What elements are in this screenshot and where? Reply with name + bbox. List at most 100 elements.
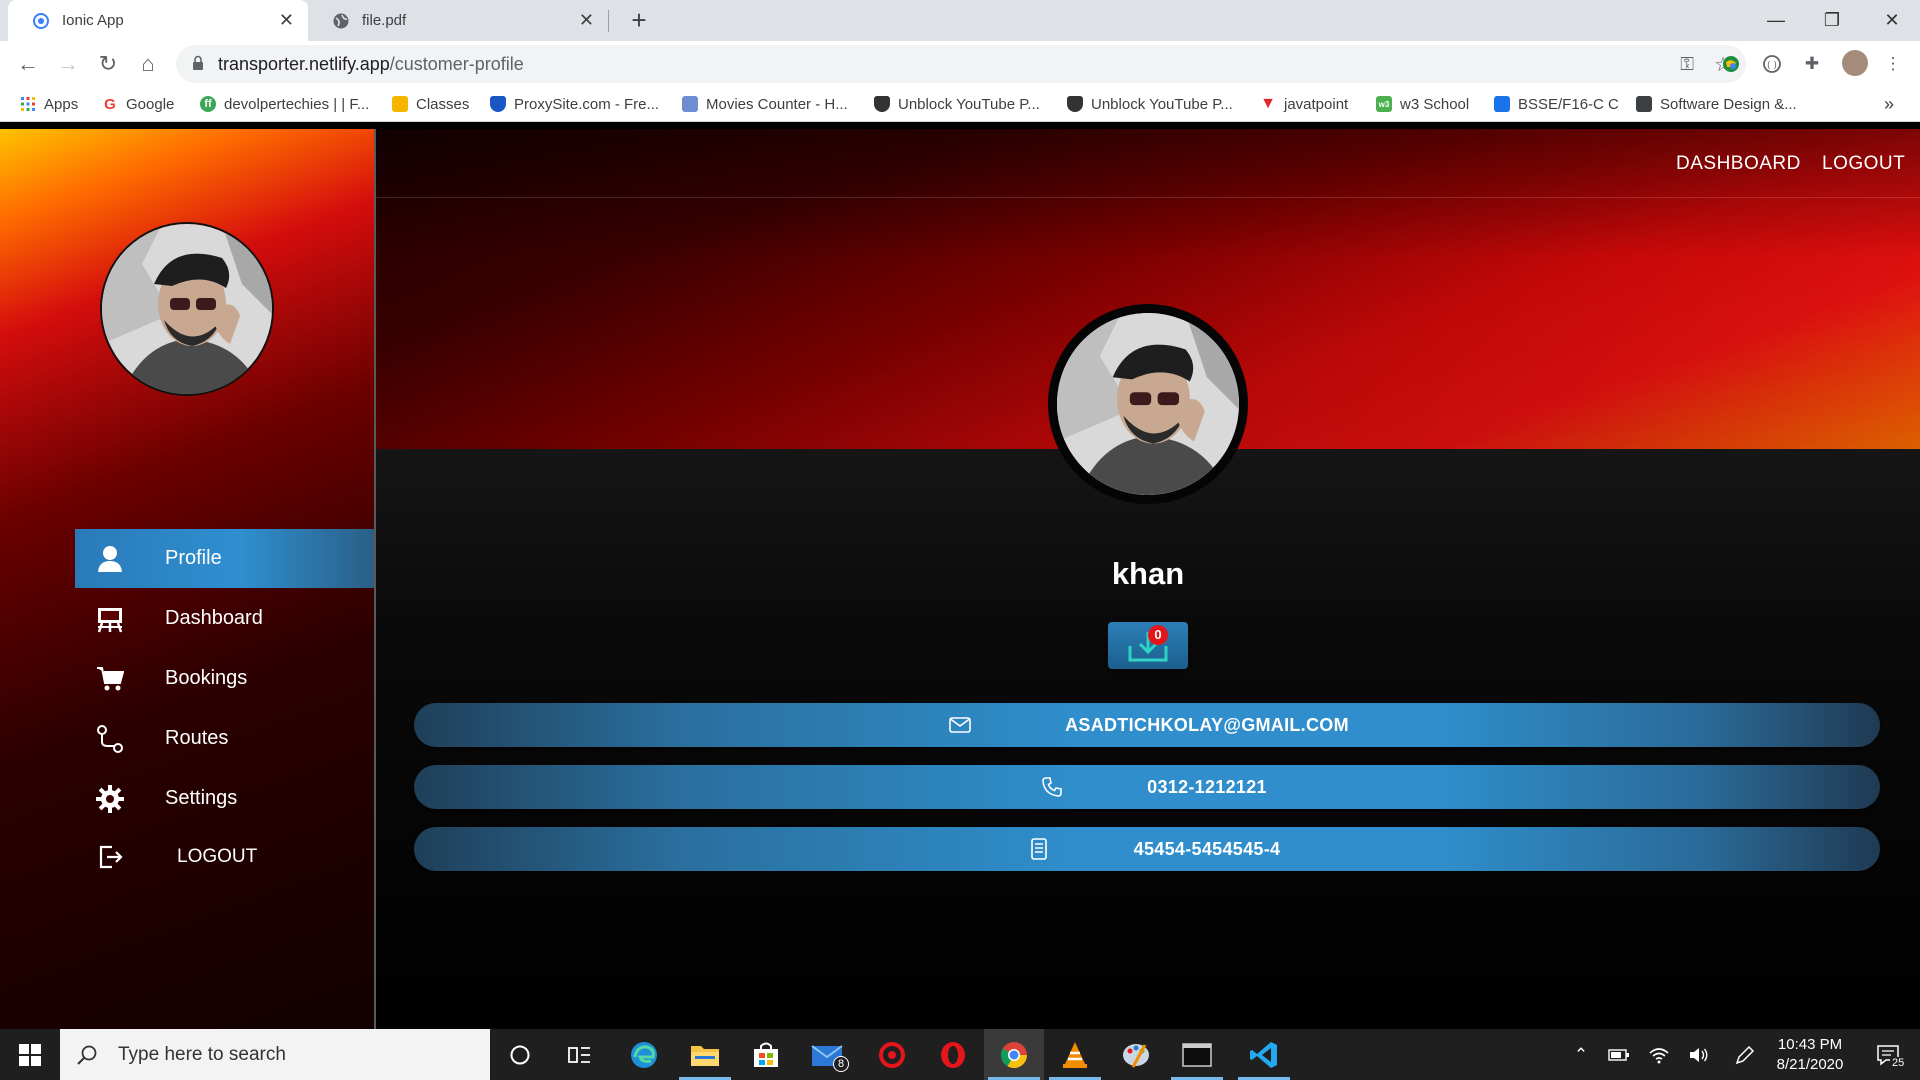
taskbar-app-red[interactable]: [862, 1029, 922, 1080]
bookmark-item[interactable]: Unblock YouTube P...: [1067, 87, 1233, 121]
download-button[interactable]: 0: [1108, 622, 1188, 669]
person-badge-dark-icon: [1636, 96, 1652, 112]
sidebar-item-label: Dashboard: [165, 607, 263, 629]
close-tab-icon[interactable]: ✕: [279, 10, 294, 31]
sidebar-item-logout[interactable]: LOGOUT: [75, 827, 374, 886]
bookmark-item[interactable]: BSSE/F16-C C: [1494, 87, 1619, 121]
taskbar-opera[interactable]: [923, 1029, 983, 1080]
taskbar-chrome[interactable]: [984, 1029, 1044, 1080]
bookmark-label: Movies Counter - H...: [706, 95, 848, 113]
extension-circle-icon[interactable]: ( ): [1761, 53, 1783, 75]
svg-text:( ): ( ): [1767, 61, 1777, 71]
extension-globe-icon[interactable]: [1720, 53, 1742, 75]
clock-date: 8/21/2020: [1776, 1056, 1844, 1073]
cart-icon: [95, 664, 125, 694]
menu-kebab-icon[interactable]: ⋮: [1882, 53, 1904, 75]
extensions-puzzle-icon[interactable]: ✚: [1801, 53, 1823, 75]
bookmark-label: Unblock YouTube P...: [898, 95, 1040, 113]
taskbar-vlc[interactable]: [1045, 1029, 1105, 1080]
javatpoint-icon: ▼: [1260, 95, 1276, 112]
back-button[interactable]: ←: [14, 50, 42, 78]
header-divider: [376, 197, 1920, 198]
start-button[interactable]: [0, 1029, 60, 1080]
bookmark-item[interactable]: ▼ javatpoint: [1260, 87, 1348, 121]
taskbar-edge[interactable]: [614, 1029, 674, 1080]
sidebar-item-settings[interactable]: Settings: [75, 769, 374, 828]
cnic-field[interactable]: 45454-5454545-4: [414, 827, 1880, 871]
phone-value: 0312-1212121: [1147, 777, 1267, 797]
email-field[interactable]: ASADTICHKOLAY@GMAIL.COM: [414, 703, 1880, 747]
reload-button[interactable]: ↻: [94, 50, 122, 78]
taskbar-clock[interactable]: 10:43 PM 8/21/2020: [1760, 1035, 1860, 1075]
task-view-button[interactable]: [550, 1029, 610, 1080]
cortana-button[interactable]: [490, 1029, 550, 1080]
action-center-button[interactable]: 25: [1866, 1029, 1910, 1080]
url-text: transporter.netlify.app/customer-profile: [218, 45, 524, 83]
forward-button[interactable]: →: [54, 50, 82, 78]
profile-avatar-icon[interactable]: [1842, 50, 1868, 76]
sidebar-item-dashboard[interactable]: Dashboard: [75, 589, 374, 648]
minimize-button[interactable]: —: [1748, 0, 1804, 41]
taskbar-terminal[interactable]: [1167, 1029, 1227, 1080]
bookmark-label: Google: [126, 95, 175, 113]
bookmark-item[interactable]: ProxySite.com - Fre...: [490, 87, 659, 121]
paint-palette-icon: [1123, 1043, 1149, 1068]
taskbar-store[interactable]: [736, 1029, 796, 1080]
globe-icon: [333, 13, 349, 28]
bookmark-item[interactable]: Unblock YouTube P...: [874, 87, 1040, 121]
bookmark-item[interactable]: Apps: [20, 87, 78, 121]
main-content: DASHBOARD LOGOUT khan 0 ASADTICHKOLAY@GM…: [376, 129, 1920, 1029]
app-viewport: Profile Dashboard Bookings Routes Settin…: [0, 129, 1920, 1029]
shield-dark-icon: [1067, 96, 1083, 112]
bookmark-item[interactable]: ff devolpertechies | | F...: [200, 87, 369, 121]
pen-icon[interactable]: [1730, 1029, 1760, 1080]
mail-badge: 8: [833, 1056, 849, 1072]
show-hidden-icons-button[interactable]: ⌃: [1566, 1029, 1596, 1080]
task-view-icon: [568, 1046, 590, 1063]
taskbar-search-box[interactable]: Type here to search: [60, 1029, 490, 1080]
close-tab-icon[interactable]: ✕: [579, 10, 594, 31]
key-icon[interactable]: ⚿: [1680, 54, 1694, 75]
bookmarks-bar: Apps G Google ff devolpertechies | | F..…: [0, 87, 1920, 122]
edge-icon: [631, 1041, 657, 1068]
taskbar-paint[interactable]: [1106, 1029, 1166, 1080]
url-path: /customer-profile: [389, 54, 524, 74]
wifi-icon[interactable]: [1644, 1029, 1674, 1080]
sidebar-item-label: Settings: [165, 787, 238, 809]
sidebar-item-routes[interactable]: Routes: [75, 709, 374, 768]
home-button[interactable]: ⌂: [134, 50, 162, 78]
windows-logo-icon: [19, 1043, 41, 1066]
bookmark-item[interactable]: w3 w3 School: [1376, 87, 1469, 121]
taskbar-vscode[interactable]: [1234, 1029, 1294, 1080]
sidebar-item-profile[interactable]: Profile: [75, 529, 374, 588]
close-window-button[interactable]: ✕: [1864, 0, 1920, 41]
bookmark-item[interactable]: Software Design &...: [1636, 87, 1797, 121]
bookmark-item[interactable]: G Google: [102, 87, 174, 121]
bookmark-label: Unblock YouTube P...: [1091, 95, 1233, 113]
taskbar-mail[interactable]: 8: [797, 1029, 857, 1080]
bookmark-item[interactable]: Movies Counter - H...: [682, 87, 848, 121]
vscode-icon: [1250, 1041, 1277, 1068]
more-bookmarks-button[interactable]: »: [1884, 87, 1894, 121]
tab-ionic-app[interactable]: Ionic App ✕: [8, 0, 308, 41]
bookmark-label: w3 School: [1400, 95, 1470, 113]
folder-icon: [691, 1045, 719, 1066]
shield-dark-icon: [874, 96, 890, 112]
bookmark-label: Software Design &...: [1660, 95, 1797, 113]
volume-icon[interactable]: [1684, 1029, 1714, 1080]
restore-button[interactable]: ❐: [1804, 0, 1860, 41]
taskbar-file-explorer[interactable]: [675, 1029, 735, 1080]
bookmark-item[interactable]: Classes: [392, 87, 469, 121]
header-dashboard-link[interactable]: DASHBOARD: [1676, 153, 1801, 175]
address-bar[interactable]: transporter.netlify.app/customer-profile…: [176, 45, 1746, 83]
tab-file-pdf[interactable]: file.pdf ✕: [308, 0, 608, 41]
phone-field[interactable]: 0312-1212121: [414, 765, 1880, 809]
sidebar-avatar[interactable]: [100, 222, 274, 396]
new-tab-button[interactable]: +: [624, 6, 654, 36]
battery-icon[interactable]: [1604, 1029, 1634, 1080]
profile-avatar[interactable]: [1048, 304, 1248, 504]
browser-toolbar: ← → ↻ ⌂ transporter.netlify.app/customer…: [0, 41, 1920, 87]
sidebar-item-bookings[interactable]: Bookings: [75, 649, 374, 708]
logout-icon: [95, 842, 125, 872]
header-logout-link[interactable]: LOGOUT: [1822, 153, 1905, 175]
